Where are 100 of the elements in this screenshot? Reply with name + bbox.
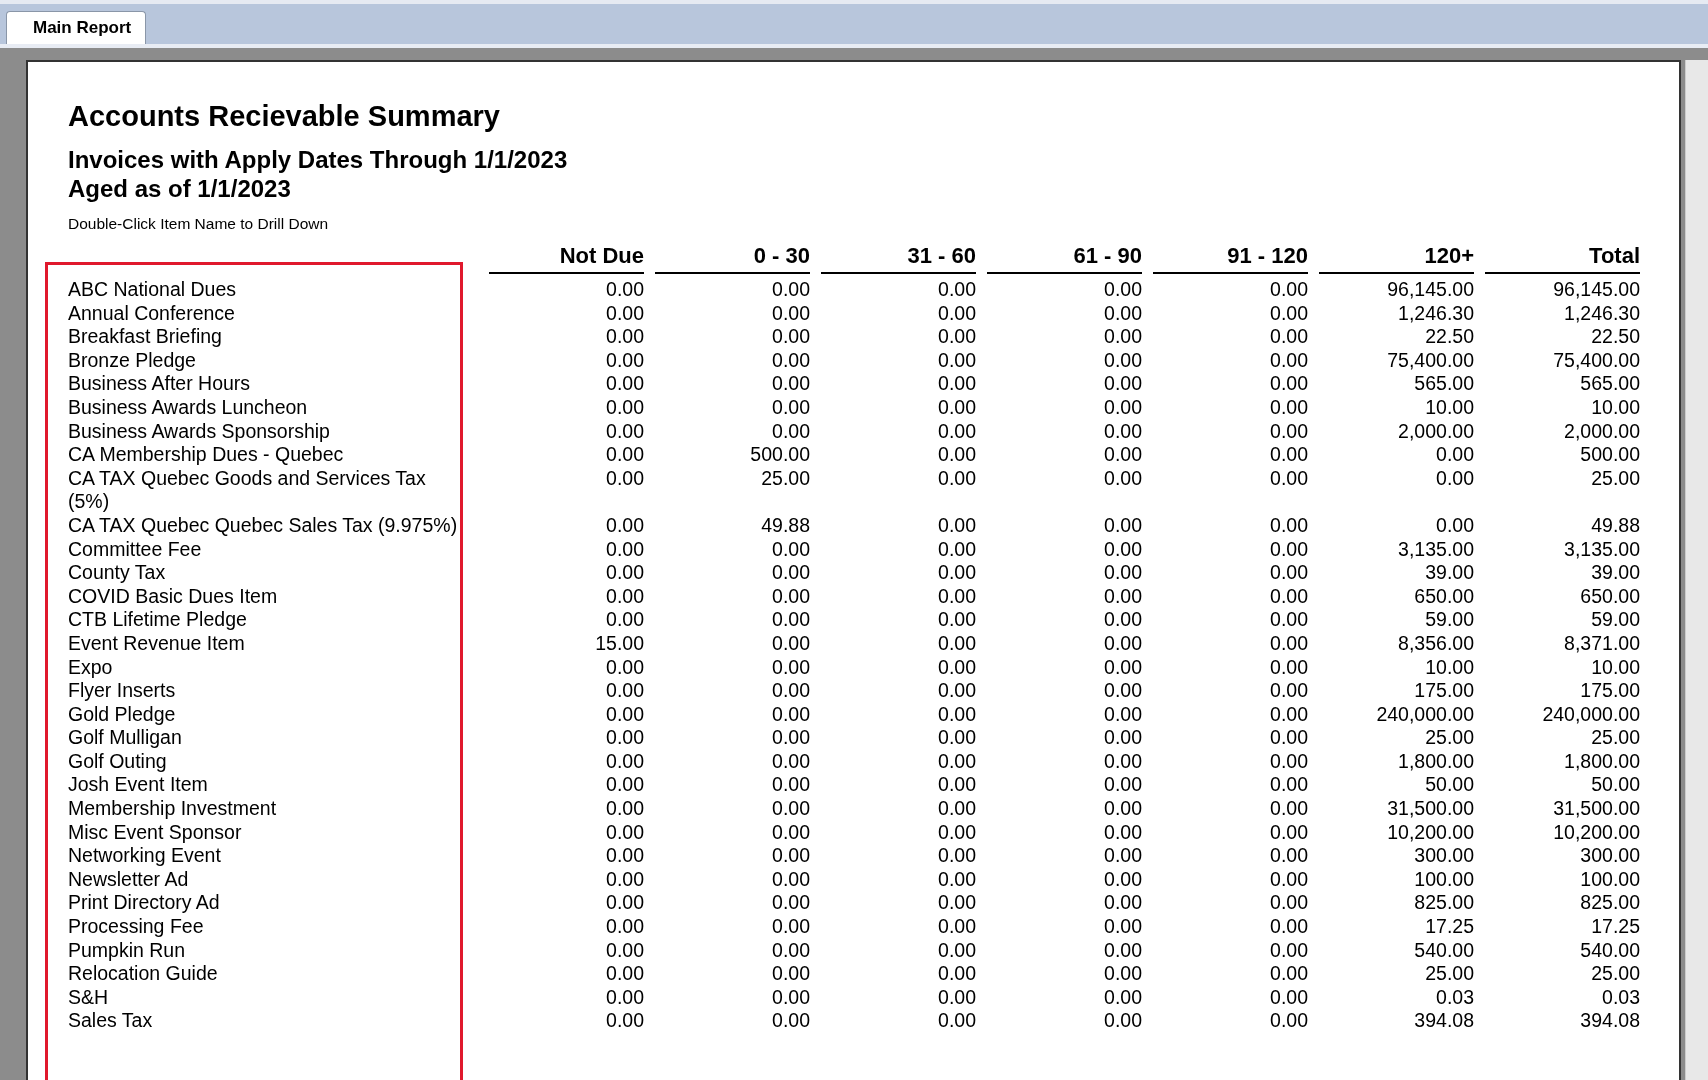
amount-cell-text: 75,400.00: [1552, 348, 1640, 373]
amount-cell-text: 0.00: [605, 773, 644, 798]
amount-cell-text: 0.00: [771, 844, 810, 868]
amount-cell-text: 0.00: [1103, 891, 1142, 916]
item-name[interactable]: Networking Event: [68, 844, 221, 868]
amount-cell-text: 0.00: [605, 844, 644, 868]
item-name[interactable]: County Tax: [68, 561, 166, 585]
amount-cell-text: 0.00: [771, 891, 810, 916]
item-name[interactable]: Expo: [68, 655, 113, 680]
item-name[interactable]: Event Revenue Item: [68, 631, 245, 656]
amount-cell-text: 0.00: [771, 726, 810, 750]
report-subtitle: Aged as of 1/1/2023: [68, 174, 292, 203]
item-name[interactable]: Misc Event Sponsor: [68, 820, 242, 845]
amount-cell-text: 0.00: [771, 561, 810, 585]
item-name[interactable]: CA Membership Dues - Quebec: [68, 443, 344, 467]
amount-cell-text: 0.00: [1103, 797, 1142, 821]
amount-cell-text: 0.00: [605, 537, 644, 562]
amount-cell-text: 0.00: [771, 325, 810, 349]
amount-cell-text: 10.00: [1424, 655, 1474, 680]
amount-cell-text: 0.00: [937, 655, 976, 680]
amount-cell-text: 0.00: [1103, 631, 1142, 656]
item-name[interactable]: CTB Lifetime Pledge: [68, 608, 247, 632]
amount-cell-text: 825.00: [1413, 891, 1474, 916]
item-name[interactable]: S&H: [68, 985, 109, 1010]
amount-cell-text: 0.00: [937, 820, 976, 845]
amount-cell-text: 0.00: [1103, 372, 1142, 396]
item-name[interactable]: COVID Basic Dues Item: [68, 584, 278, 609]
item-name[interactable]: Gold Pledge: [68, 702, 176, 727]
item-name[interactable]: Business Awards Sponsorship: [68, 419, 330, 444]
amount-cell-text: 0.00: [1269, 466, 1308, 491]
item-name[interactable]: CA TAX Quebec Quebec Sales Tax (9.975%): [68, 513, 458, 538]
amount-cell-text: 0.00: [1269, 985, 1308, 1010]
amount-cell-text: 0.00: [937, 278, 976, 302]
item-name[interactable]: ABC National Dues: [68, 278, 236, 302]
amount-cell-text: 0.00: [771, 395, 810, 420]
item-name[interactable]: Bronze Pledge: [68, 348, 196, 373]
amount-cell-text: 0.00: [771, 537, 810, 562]
item-name[interactable]: Annual Conference: [68, 301, 235, 326]
amount-cell-text: 25.00: [1424, 962, 1474, 986]
amount-cell-text: 240,000.00: [1375, 702, 1474, 727]
item-name[interactable]: Pumpkin Run: [68, 938, 186, 963]
amount-cell-text: 0.00: [771, 985, 810, 1010]
item-name[interactable]: Committee Fee: [68, 537, 202, 562]
item-name[interactable]: Sales Tax: [68, 1009, 153, 1033]
amount-cell-text: 96,145.00: [1552, 278, 1640, 302]
item-name[interactable]: Print Directory Ad: [68, 891, 220, 916]
amount-cell-text: 0.00: [1269, 655, 1308, 680]
amount-cell-text: 25.00: [1590, 962, 1640, 986]
column-header: 91 - 120: [1153, 243, 1308, 274]
amount-cell-text: 0.00: [1103, 301, 1142, 326]
item-name[interactable]: CA TAX Quebec Goods and Services Tax (5%): [68, 466, 458, 514]
amount-cell-text: 0.00: [1269, 561, 1308, 585]
amount-cell-text: 0.00: [605, 962, 644, 986]
amount-cell-text: 0.00: [771, 797, 810, 821]
amount-cell-text: 0.00: [771, 702, 810, 727]
amount-cell-text: 0.00: [937, 561, 976, 585]
amount-cell-text: 0.00: [1269, 278, 1308, 302]
amount-cell-text: 0.00: [1103, 443, 1142, 467]
amount-cell-text: 0.00: [937, 702, 976, 727]
item-name[interactable]: Golf Mulligan: [68, 726, 182, 750]
amount-cell-text: 0.00: [1103, 419, 1142, 444]
amount-cell-text: 0.00: [937, 301, 976, 326]
amount-cell-text: 394.08: [1413, 1009, 1474, 1033]
item-name[interactable]: Relocation Guide: [68, 962, 218, 986]
report-tab[interactable]: Main Report: [6, 11, 147, 44]
amount-cell-text: 540.00: [1413, 938, 1474, 963]
item-name[interactable]: Golf Outing: [68, 749, 167, 774]
scrollbar[interactable]: [1685, 60, 1708, 1080]
item-name[interactable]: Membership Investment: [68, 797, 277, 821]
amount-cell-text: 0.00: [1269, 301, 1308, 326]
amount-cell-text: 0.00: [1103, 561, 1142, 585]
amount-cell-text: 0.00: [605, 466, 644, 491]
amount-cell-text: 0.00: [771, 679, 810, 703]
amount-cell-text: 565.00: [1413, 372, 1474, 396]
column-header: 0 - 30: [655, 243, 810, 274]
amount-cell-text: 0.00: [1103, 773, 1142, 798]
amount-cell-text: 0.00: [771, 608, 810, 632]
item-name[interactable]: Processing Fee: [68, 915, 204, 939]
amount-cell-text: 0.00: [1103, 325, 1142, 349]
amount-cell-text: 3,135.00: [1563, 537, 1640, 562]
item-name[interactable]: Business After Hours: [68, 372, 251, 396]
item-name[interactable]: Breakfast Briefing: [68, 325, 222, 349]
amount-cell-text: 0.00: [605, 1009, 644, 1033]
amount-cell-text: 0.00: [1269, 513, 1308, 538]
amount-cell-text: 2,000.00: [1563, 419, 1640, 444]
amount-cell-text: 0.00: [1103, 395, 1142, 420]
amount-cell-text: 0.00: [937, 466, 976, 491]
item-name[interactable]: Flyer Inserts: [68, 679, 176, 703]
amount-cell-text: 0.00: [1435, 443, 1474, 467]
amount-cell-text: 500.00: [749, 443, 810, 467]
amount-cell-text: 100.00: [1413, 867, 1474, 892]
column-header: Total: [1485, 243, 1640, 274]
item-name[interactable]: Josh Event Item: [68, 773, 208, 798]
item-name[interactable]: Business Awards Luncheon: [68, 395, 308, 420]
amount-cell-text: 25.00: [1590, 726, 1640, 750]
amount-cell-text: 0.00: [937, 797, 976, 821]
amount-cell-text: 49.88: [760, 513, 810, 538]
item-name[interactable]: Newsletter Ad: [68, 867, 189, 892]
amount-cell-text: 0.00: [605, 726, 644, 750]
amount-cell-text: 0.00: [771, 278, 810, 302]
